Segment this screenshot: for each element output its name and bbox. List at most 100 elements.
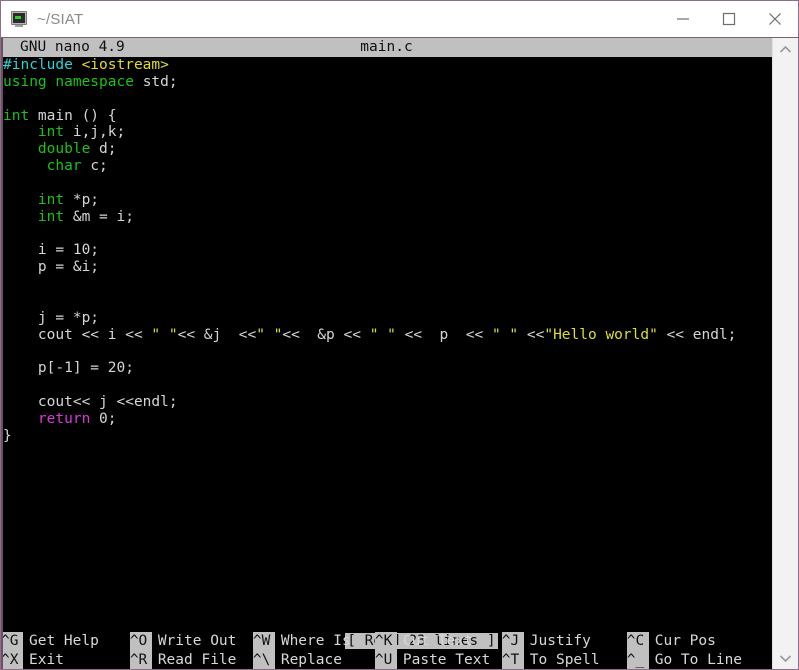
code-token: << p << bbox=[395, 326, 492, 343]
code-token: "Hello world" bbox=[544, 326, 658, 343]
shortcut-label: Replace bbox=[280, 651, 342, 668]
code-token: i,j,k; bbox=[72, 124, 126, 141]
shortcut-key: ^W bbox=[252, 632, 275, 651]
window-controls bbox=[660, 1, 798, 37]
code-line: int &m = i; bbox=[3, 209, 772, 226]
shortcut-key: ^R bbox=[129, 650, 152, 669]
chevron-down-icon[interactable] bbox=[773, 647, 798, 669]
code-token: int bbox=[37, 191, 73, 208]
code-token: *p; bbox=[72, 191, 100, 208]
shortcut-get-help[interactable]: ^G Get Help bbox=[1, 632, 130, 651]
code-line: i = 10; bbox=[3, 242, 772, 259]
code-token: } bbox=[3, 427, 12, 444]
code-line: cout << i << " "<< &j <<" "<< &p << " " … bbox=[3, 327, 772, 344]
minimize-icon[interactable] bbox=[660, 1, 706, 37]
shortcut-key: ^U bbox=[374, 650, 397, 669]
code-line: return 0; bbox=[3, 411, 772, 428]
code-token: <iostream> bbox=[81, 57, 169, 73]
vertical-scrollbar[interactable] bbox=[772, 38, 798, 669]
code-line: #include <iostream> bbox=[3, 57, 772, 74]
code-token: double bbox=[37, 141, 100, 158]
code-token: 0; bbox=[99, 410, 117, 427]
code-token: " " bbox=[151, 326, 178, 343]
code-token: #include bbox=[3, 57, 82, 73]
maximize-icon[interactable] bbox=[706, 1, 752, 37]
shortcut-replace[interactable]: ^\ Replace bbox=[252, 650, 375, 669]
shortcut-label: Paste Text bbox=[402, 651, 491, 668]
terminal-body: GNU nano 4.9 main.c #include <iostream> u… bbox=[1, 37, 798, 669]
shortcut-go-to-line[interactable]: ^_ Go To Line bbox=[626, 650, 772, 669]
window-titlebar[interactable]: ~/SIAT bbox=[1, 1, 798, 37]
shortcut-key: ^G bbox=[1, 632, 23, 651]
code-line: double d; bbox=[3, 141, 772, 158]
code-token: j = *p; bbox=[3, 309, 100, 326]
code-token: " " bbox=[256, 326, 283, 343]
nano-editor[interactable]: GNU nano 4.9 main.c #include <iostream> u… bbox=[1, 38, 772, 669]
shortcut-column: ^G Get Help ^X Exit bbox=[1, 632, 130, 669]
shortcut-key: ^T bbox=[501, 650, 524, 669]
code-line: int i,j,k; bbox=[3, 124, 772, 141]
shortcut-label: Go To Line bbox=[654, 651, 743, 668]
nano-status-row: [ Read 23 lines ] bbox=[1, 613, 772, 649]
code-line: cout<< j <<endl; bbox=[3, 394, 772, 411]
shortcut-justify[interactable]: ^J Justify bbox=[501, 632, 627, 651]
nano-header-bar: GNU nano 4.9 main.c bbox=[1, 38, 772, 57]
shortcut-label: Read File bbox=[157, 651, 237, 668]
shortcut-key: ^C bbox=[626, 632, 649, 651]
terminal-window: ~/SIAT GNU nano 4.9 main.c #include <ios… bbox=[0, 0, 799, 670]
shortcut-cut-text[interactable]: ^K Cut Text bbox=[374, 632, 502, 651]
shortcut-key: ^\ bbox=[252, 650, 275, 669]
code-token: d; bbox=[99, 141, 117, 158]
code-token: p = &i; bbox=[3, 259, 100, 276]
code-line: p = &i; bbox=[3, 259, 772, 276]
shortcut-read-file[interactable]: ^R Read File bbox=[129, 650, 253, 669]
code-token: using namespace bbox=[3, 73, 143, 90]
code-token: cout<< j <<endl; bbox=[3, 393, 178, 410]
shortcut-label: To Spell bbox=[529, 651, 600, 668]
code-line: p[-1] = 20; bbox=[3, 360, 772, 377]
chevron-up-icon[interactable] bbox=[773, 38, 798, 60]
titlebar-left: ~/SIAT bbox=[1, 10, 83, 28]
shortcut-column: ^O Write Out ^R Read File bbox=[129, 632, 253, 669]
code-token: c; bbox=[90, 158, 108, 175]
code-line: int main () { bbox=[3, 108, 772, 125]
shortcut-column: ^W Where Is ^\ Replace bbox=[252, 632, 375, 669]
code-line: char c; bbox=[3, 158, 772, 175]
code-token: int bbox=[3, 107, 38, 124]
shortcut-key: ^J bbox=[501, 632, 524, 651]
shortcut-label: Justify bbox=[529, 633, 591, 649]
code-token: char bbox=[46, 158, 91, 175]
shortcut-key: ^X bbox=[1, 650, 23, 669]
shortcut-key: ^O bbox=[129, 632, 152, 651]
code-line: } bbox=[3, 428, 772, 445]
code-token: << &p << bbox=[282, 326, 370, 343]
shortcut-cur-pos[interactable]: ^C Cur Pos bbox=[626, 632, 772, 651]
shortcut-key: ^K bbox=[374, 632, 397, 651]
code-token: " " bbox=[369, 326, 396, 343]
terminal-icon bbox=[10, 10, 28, 28]
scrollbar-thumb[interactable] bbox=[773, 38, 798, 39]
code-token: &m = i; bbox=[72, 208, 134, 225]
code-token: p[-1] = 20; bbox=[3, 360, 134, 377]
shortcut-exit[interactable]: ^X Exit bbox=[1, 650, 130, 669]
nano-filename-label: main.c bbox=[360, 39, 413, 55]
window-left-edge bbox=[1, 38, 3, 669]
shortcut-column: ^J Justify ^T To Spell bbox=[501, 632, 627, 669]
shortcut-where-is[interactable]: ^W Where Is bbox=[252, 632, 375, 651]
shortcut-paste-text[interactable]: ^U Paste Text bbox=[374, 650, 502, 669]
shortcut-label: Cur Pos bbox=[654, 633, 716, 649]
code-token: std; bbox=[142, 73, 178, 90]
code-token: int bbox=[37, 208, 73, 225]
shortcut-label: Cut Text bbox=[402, 633, 473, 649]
close-icon[interactable] bbox=[752, 1, 798, 37]
shortcut-to-spell[interactable]: ^T To Spell bbox=[501, 650, 627, 669]
code-token: int bbox=[37, 124, 73, 141]
code-text-area[interactable]: #include <iostream> using namespace std; … bbox=[1, 57, 772, 595]
shortcut-write-out[interactable]: ^O Write Out bbox=[129, 632, 253, 651]
code-line: int *p; bbox=[3, 192, 772, 209]
